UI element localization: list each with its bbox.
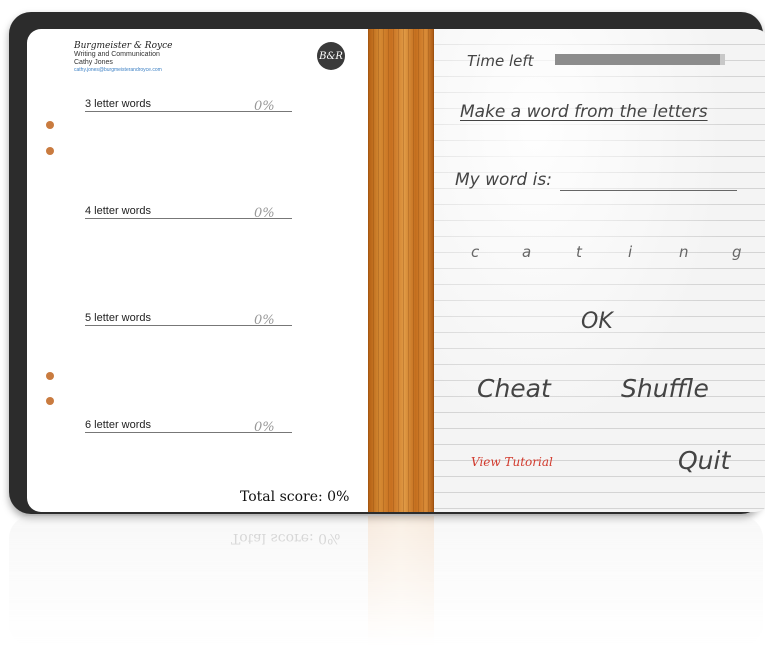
game-page: Time left Make a word from the letters M…: [434, 29, 765, 512]
my-word-input-line[interactable]: [560, 190, 737, 191]
ok-button[interactable]: OK: [581, 309, 613, 334]
brand-block: Burgmeister & Royce Writing and Communic…: [74, 41, 274, 74]
score-row-6: 6 letter words 0%: [85, 416, 292, 435]
letter-tile[interactable]: n: [679, 243, 689, 261]
score-row-percent: 0%: [254, 99, 275, 114]
view-tutorial-link[interactable]: View Tutorial: [471, 455, 553, 469]
tablet-frame: Burgmeister & Royce Writing and Communic…: [9, 12, 765, 514]
brand-name: Burgmeister & Royce: [74, 41, 173, 51]
screen: Burgmeister & Royce Writing and Communic…: [27, 29, 765, 512]
time-left-fill: [555, 54, 720, 65]
binder-hole: [46, 147, 54, 155]
letter-tile[interactable]: g: [732, 243, 742, 261]
letter-tile[interactable]: t: [576, 243, 582, 261]
score-row-5: 5 letter words 0%: [85, 309, 292, 328]
score-row-label: 4 letter words: [85, 205, 152, 217]
quit-button[interactable]: Quit: [678, 446, 730, 475]
time-left-label: Time left: [467, 52, 534, 70]
score-row-label: 3 letter words: [85, 98, 152, 110]
score-row-3: 3 letter words 0%: [85, 95, 292, 114]
device-reflection: Total score: 0%: [9, 516, 763, 646]
letter-tile[interactable]: a: [522, 243, 531, 261]
score-row-percent: 0%: [254, 313, 275, 328]
binder-hole: [46, 372, 54, 380]
brand-subtitle: Writing and Communication: [74, 51, 160, 58]
brand-logo: B&R: [317, 42, 345, 70]
instruction-text: Make a word from the letters: [460, 102, 708, 122]
score-page: Burgmeister & Royce Writing and Communic…: [27, 29, 368, 512]
score-row-label: 5 letter words: [85, 312, 152, 324]
binder-hole: [46, 397, 54, 405]
time-left-bar: [555, 54, 725, 65]
shuffle-button[interactable]: Shuffle: [621, 374, 709, 403]
score-row-percent: 0%: [254, 206, 275, 221]
binder-hole: [46, 121, 54, 129]
letter-tile[interactable]: i: [628, 243, 632, 261]
letter-tile[interactable]: c: [471, 243, 479, 261]
my-word-label: My word is:: [455, 170, 552, 190]
user-email: cathy.jones@burgmeisterandroyce.com: [74, 67, 162, 73]
score-row-4: 4 letter words 0%: [85, 202, 292, 221]
user-name: Cathy Jones: [74, 59, 113, 66]
score-row-label: 6 letter words: [85, 419, 152, 431]
total-score: Total score: 0%: [240, 489, 350, 505]
score-row-percent: 0%: [254, 420, 275, 435]
reflection-spine: [368, 516, 434, 646]
reflection-total-score: Total score: 0%: [231, 530, 341, 546]
cheat-button[interactable]: Cheat: [477, 374, 551, 403]
wood-spine: [368, 29, 434, 512]
